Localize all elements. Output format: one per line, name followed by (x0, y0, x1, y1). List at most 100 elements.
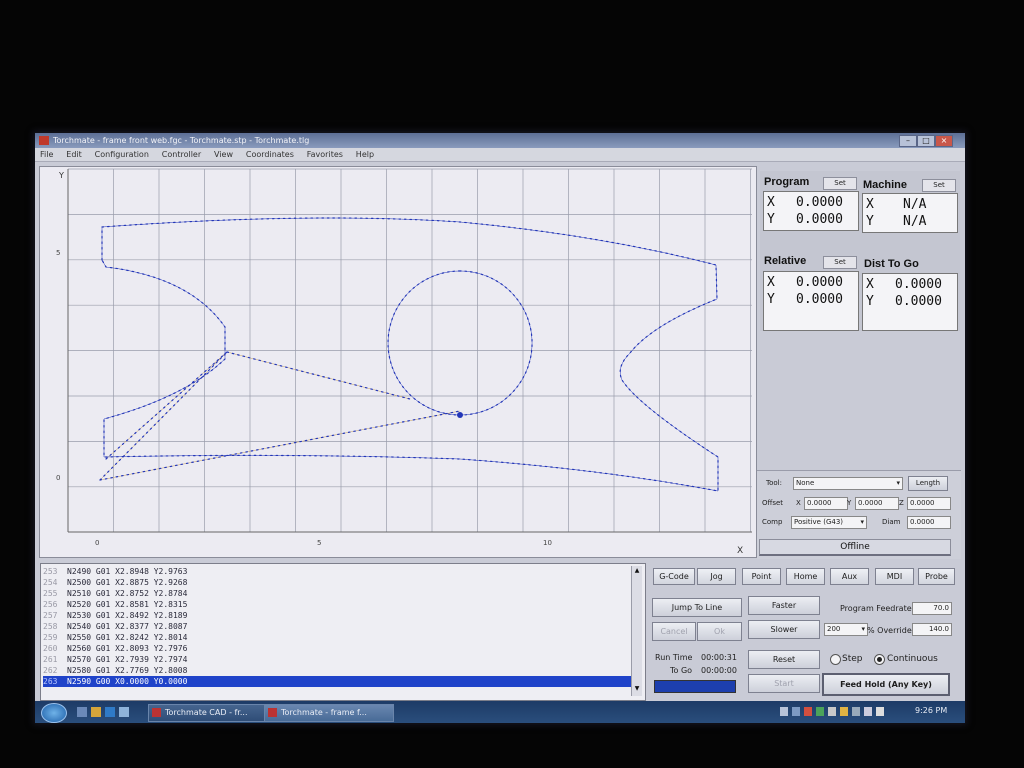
gcode-line[interactable]: 262 N2580 G01 X2.7769 Y2.8008 (43, 665, 631, 676)
taskbar-item-cad-label: Torchmate CAD - fr... (165, 708, 248, 717)
media-icon[interactable] (119, 707, 129, 717)
gcode-line[interactable]: 260 N2560 G01 X2.8093 Y2.7976 (43, 643, 631, 654)
start-button[interactable]: Start (748, 674, 820, 693)
tab-jog[interactable]: Jog (697, 568, 736, 585)
scroll-up-icon[interactable]: ▲ (632, 566, 642, 576)
gcode-scrollbar[interactable]: ▲ ▼ (631, 566, 642, 696)
dist-to-go-coords: X 0.0000 Y 0.0000 (862, 273, 958, 331)
relative-set-button[interactable]: Set (823, 256, 857, 269)
machine-title: Machine (863, 179, 908, 191)
offset-z-field[interactable]: 0.0000 (907, 497, 951, 510)
close-button[interactable]: × (935, 135, 953, 147)
browser-icon[interactable] (105, 707, 115, 717)
override-value-field[interactable]: 140.0 (912, 623, 952, 636)
volume-icon[interactable] (876, 707, 884, 716)
offset-label: Offset (762, 499, 784, 507)
diam-field[interactable]: 0.0000 (907, 516, 951, 529)
scroll-down-icon[interactable]: ▼ (632, 684, 642, 694)
jump-to-line-button[interactable]: Jump To Line (652, 598, 742, 617)
gcode-line[interactable]: 254 N2500 G01 X2.8875 Y2.9268 (43, 577, 631, 588)
program-y-value: 0.0000 (796, 212, 843, 227)
gcode-line[interactable]: 253 N2490 G01 X2.8948 Y2.9763 (43, 566, 631, 577)
tab-probe[interactable]: Probe (918, 568, 955, 585)
dist-x-value: 0.0000 (895, 277, 942, 292)
gcode-listing[interactable]: 253 N2490 G01 X2.8948 Y2.9763 254 N2500 G0… (40, 563, 646, 701)
y-axis-label: Y (58, 171, 64, 180)
program-feedrate-label: Program Feedrate (840, 604, 912, 613)
offset-y-label: Y (847, 499, 852, 507)
override-step-select[interactable]: 200 ▾ (824, 623, 868, 636)
faster-button[interactable]: Faster (748, 596, 820, 615)
gcode-line[interactable]: 261 N2570 G01 X2.7939 Y2.7974 (43, 654, 631, 665)
tab-aux[interactable]: Aux (830, 568, 869, 585)
relative-y-value: 0.0000 (796, 292, 843, 307)
tray-icon[interactable] (840, 707, 848, 716)
tab-point[interactable]: Point (742, 568, 781, 585)
gcode-line[interactable]: 258 N2540 G01 X2.8377 Y2.8087 (43, 621, 631, 632)
slower-button[interactable]: Slower (748, 620, 820, 639)
radio-dot-icon (877, 657, 882, 662)
show-desktop-icon[interactable] (77, 707, 87, 717)
menu-view[interactable]: View (209, 148, 238, 161)
step-label: Step (842, 654, 863, 664)
menu-coordinates[interactable]: Coordinates (241, 148, 299, 161)
gcode-line[interactable]: 255 N2510 G01 X2.8752 Y2.8784 (43, 588, 631, 599)
comp-select[interactable]: Positive (G43) ▾ (791, 516, 867, 529)
menu-controller[interactable]: Controller (157, 148, 206, 161)
gcode-line-selected[interactable]: 263 N2590 G00 X0.0000 Y0.0000 (43, 676, 631, 687)
tab-mdi[interactable]: MDI (875, 568, 914, 585)
length-button[interactable]: Length (908, 476, 948, 491)
program-feedrate-field: 70.0 (912, 602, 952, 615)
offset-x-field[interactable]: 0.0000 (804, 497, 848, 510)
explorer-icon[interactable] (91, 707, 101, 717)
menu-file[interactable]: File (35, 148, 58, 161)
toolpath-canvas: Y X 0 5 10 5 0 (56, 168, 752, 556)
relative-coords: X 0.0000 Y 0.0000 (763, 271, 859, 331)
tab-gcode[interactable]: G-Code (653, 568, 695, 585)
offset-y-field[interactable]: 0.0000 (855, 497, 899, 510)
tab-home[interactable]: Home (786, 568, 825, 585)
relative-y-label: Y (767, 292, 775, 307)
ok-button[interactable]: Ok (697, 622, 742, 641)
network-icon[interactable] (864, 707, 872, 716)
progress-bar (654, 680, 736, 693)
tray-icon[interactable] (816, 707, 824, 716)
machine-x-value: N/A (903, 197, 927, 212)
menu-help[interactable]: Help (351, 148, 379, 161)
program-set-button[interactable]: Set (823, 177, 857, 190)
maximize-button[interactable]: □ (917, 135, 935, 147)
machine-set-button[interactable]: Set (922, 179, 956, 192)
taskbar-item-torchmate[interactable]: Torchmate - frame f... (264, 704, 394, 722)
tray-icon[interactable] (852, 707, 860, 716)
menu-favorites[interactable]: Favorites (302, 148, 348, 161)
taskbar-item-cad[interactable]: Torchmate CAD - fr... (148, 704, 272, 722)
rapid-move-points (226, 351, 411, 400)
torchmate-app-icon (268, 708, 277, 717)
cancel-button[interactable]: Cancel (652, 622, 696, 641)
offset-x-label: X (796, 499, 801, 507)
menu-edit[interactable]: Edit (61, 148, 87, 161)
tray-icon[interactable] (804, 707, 812, 716)
machine-coords: X N/A Y N/A (862, 193, 958, 233)
tray-icon[interactable] (780, 707, 788, 716)
toolpath-plot[interactable]: Y X 0 5 10 5 0 (39, 166, 757, 558)
start-orb-icon[interactable] (41, 703, 67, 723)
minimize-button[interactable]: – (899, 135, 917, 147)
gcode-line[interactable]: 259 N2550 G01 X2.8242 Y2.8014 (43, 632, 631, 643)
step-radio[interactable] (830, 654, 841, 665)
tray-icon[interactable] (828, 707, 836, 716)
taskbar-item-torchmate-label: Torchmate - frame f... (281, 708, 367, 717)
run-time-label: Run Time (655, 653, 693, 662)
dist-y-label: Y (866, 294, 874, 309)
reset-button[interactable]: Reset (748, 650, 820, 669)
x-axis-label: X (737, 546, 743, 556)
gcode-line[interactable]: 257 N2530 G01 X2.8492 Y2.8189 (43, 610, 631, 621)
tool-panel: Tool: None ▾ Length Offset X 0.0000 Y 0.… (757, 470, 961, 559)
feed-hold-button[interactable]: Feed Hold (Any Key) (822, 673, 950, 696)
gcode-line[interactable]: 256 N2520 G01 X2.8581 Y2.8315 (43, 599, 631, 610)
continuous-radio[interactable] (874, 654, 885, 665)
tool-select[interactable]: None ▾ (793, 477, 903, 490)
menu-configuration[interactable]: Configuration (90, 148, 154, 161)
taskbar-clock[interactable]: 9:26 PM (915, 706, 947, 715)
tray-icon[interactable] (792, 707, 800, 716)
